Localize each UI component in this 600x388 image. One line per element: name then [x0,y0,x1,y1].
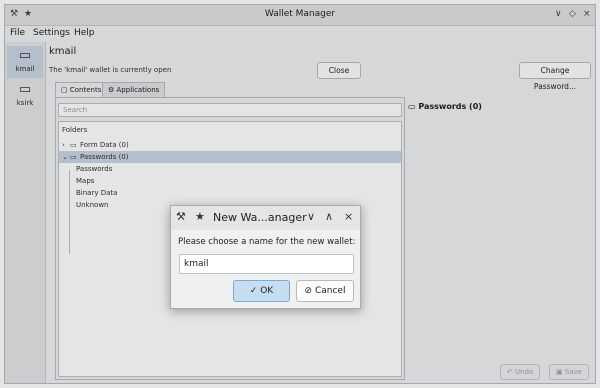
new-wallet-dialog: ⚒ ★ New Wa...anager ∨ ∧ × Please choose … [170,205,361,309]
cancel-icon: ⊘ [304,286,313,296]
pin-icon[interactable]: ★ [195,210,205,223]
maximize-icon[interactable]: ∧ [325,210,333,223]
modal-dim-overlay [0,0,600,388]
check-icon: ✓ [249,286,258,296]
ok-button[interactable]: ✓ OK [233,280,290,302]
ok-label: OK [260,286,274,296]
dialog-title: New Wa...anager [213,211,307,224]
close-icon[interactable]: × [344,210,353,223]
cancel-label: Cancel [314,286,346,296]
minimize-icon[interactable]: ∨ [307,210,315,223]
dialog-titlebar: ⚒ ★ New Wa...anager ∨ ∧ × [171,206,360,230]
cancel-button[interactable]: ⊘ Cancel [296,280,354,302]
dialog-prompt: Please choose a name for the new wallet: [178,237,356,247]
wallet-name-input[interactable]: kmail [179,254,354,274]
app-icon: ⚒ [176,210,186,223]
